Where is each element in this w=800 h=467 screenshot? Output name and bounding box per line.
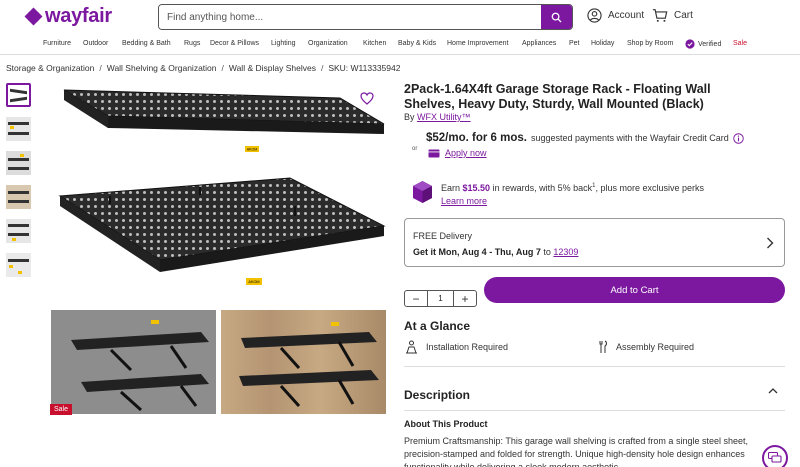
- cart-icon: [652, 9, 668, 22]
- main-product-image[interactable]: AKOM AKOM: [50, 84, 386, 306]
- nav-item-holiday[interactable]: Holiday: [591, 40, 614, 47]
- logo-mark-icon: [24, 7, 43, 25]
- nav-item-home-improvement[interactable]: Home Improvement: [447, 40, 508, 47]
- nav-item-decor-pillows[interactable]: Decor & Pillows: [210, 40, 259, 47]
- quantity-value[interactable]: 1: [427, 291, 454, 306]
- nav-item-shop-by-room[interactable]: Shop by Room: [627, 40, 673, 47]
- account-icon: [587, 8, 602, 23]
- zip-code-link[interactable]: 12309: [553, 247, 578, 257]
- assembly-required-item: Assembly Required: [597, 340, 694, 354]
- apply-now-link[interactable]: Apply now: [445, 148, 487, 158]
- chevron-right-icon: [767, 237, 774, 249]
- nav-item-pet[interactable]: Pet: [569, 40, 580, 47]
- wayfair-logo[interactable]: wayfair: [24, 5, 112, 28]
- nav-item-outdoor[interactable]: Outdoor: [83, 40, 108, 47]
- favorite-heart-icon[interactable]: [360, 92, 374, 105]
- section-divider: [404, 366, 785, 367]
- breadcrumb: Storage & Organization / Wall Shelving & O…: [6, 63, 401, 73]
- nav-item-furniture[interactable]: Furniture: [43, 40, 71, 47]
- nav-item-sale[interactable]: Sale: [733, 40, 747, 47]
- thumbnail-4[interactable]: [6, 185, 31, 209]
- svg-text:AKOM: AKOM: [247, 148, 258, 152]
- verified-label: Verified: [698, 40, 722, 48]
- financing-offer: $52/mo. for 6 mos. suggested payments wi…: [426, 132, 744, 144]
- info-icon[interactable]: [733, 132, 744, 144]
- nav-item-baby-kids[interactable]: Baby & Kids: [398, 40, 436, 47]
- nav-item-rugs[interactable]: Rugs: [184, 40, 200, 47]
- cart-label: Cart: [674, 10, 693, 21]
- thumbnail-3[interactable]: [6, 151, 31, 175]
- category-nav: Furniture Outdoor Bedding & Bath Rugs De…: [0, 36, 800, 55]
- installation-required-item: Installation Required: [405, 340, 508, 354]
- nav-item-lighting[interactable]: Lighting: [271, 40, 296, 47]
- delivery-dates-line: Get it Mon, Aug 4 - Thu, Aug 7 to 12309: [413, 247, 579, 257]
- chat-button[interactable]: [762, 445, 788, 467]
- breadcrumb-storage-organization[interactable]: Storage & Organization: [6, 63, 94, 73]
- thumbnail-2[interactable]: [6, 117, 31, 141]
- thumbnail-1[interactable]: [6, 83, 31, 107]
- nav-item-kitchen[interactable]: Kitchen: [363, 40, 386, 47]
- breadcrumb-wall-display-shelves[interactable]: Wall & Display Shelves: [229, 63, 316, 73]
- logo-text: wayfair: [45, 5, 112, 27]
- learn-more-link[interactable]: Learn more: [441, 196, 487, 206]
- apply-row: Apply now: [428, 148, 487, 158]
- delivery-dates: Mon, Aug 4 - Thu, Aug 7: [438, 247, 541, 257]
- brand-link[interactable]: WFX Utility™: [417, 112, 471, 122]
- quantity-increase-button[interactable]: +: [454, 291, 476, 306]
- product-title: 2Pack-1.64X4ft Garage Storage Rack - Flo…: [404, 82, 711, 111]
- quantity-decrease-button[interactable]: −: [405, 291, 427, 306]
- search-button[interactable]: [541, 5, 572, 29]
- account-link[interactable]: Account: [587, 8, 644, 23]
- thumbnail-5[interactable]: [6, 219, 31, 243]
- brand-line: By WFX Utility™: [404, 112, 471, 122]
- nav-item-verified[interactable]: Verified: [685, 39, 721, 49]
- wrench-icon: [599, 340, 607, 353]
- search-input[interactable]: [159, 5, 541, 29]
- at-a-glance-heading: At a Glance: [404, 319, 471, 333]
- nav-item-organization[interactable]: Organization: [308, 40, 348, 47]
- or-divider-label: or: [412, 146, 418, 152]
- lifestyle-photo-2[interactable]: [221, 310, 386, 414]
- rewards-offer: Earn $15.50 in rewards, with 5% back1, p…: [412, 180, 704, 208]
- add-to-cart-button[interactable]: Add to Cart: [484, 277, 785, 303]
- sale-badge: Sale: [50, 404, 73, 415]
- financing-amount: $52/mo. for 6 mos.: [426, 132, 527, 144]
- search-icon: [551, 12, 562, 23]
- account-label: Account: [608, 10, 645, 21]
- svg-text:AKOM: AKOM: [248, 280, 259, 284]
- thumbnail-6[interactable]: [6, 253, 31, 277]
- rewards-amount: $15.50: [462, 183, 491, 193]
- chevron-up-icon[interactable]: [768, 387, 778, 394]
- chat-icon: [768, 452, 782, 463]
- lifestyle-photo-1[interactable]: [51, 310, 216, 414]
- delivery-label: FREE Delivery: [413, 231, 473, 241]
- credit-card-icon: [428, 149, 440, 157]
- financing-text: suggested payments with the Wayfair Cred…: [530, 133, 729, 143]
- nav-item-appliances[interactable]: Appliances: [522, 40, 556, 47]
- cart-link[interactable]: Cart: [652, 8, 693, 23]
- description-heading[interactable]: Description: [404, 388, 470, 402]
- breadcrumb-wall-shelving[interactable]: Wall Shelving & Organization: [107, 63, 217, 73]
- sku-label: SKU: W113335942: [328, 63, 401, 73]
- verified-badge-icon: [685, 39, 695, 49]
- thumbnail-list: [6, 83, 32, 287]
- description-body: Premium Craftsmanship: This garage wall …: [404, 436, 748, 467]
- quantity-stepper: − 1 +: [404, 290, 477, 307]
- section-divider: [404, 410, 785, 411]
- search-bar: [158, 4, 573, 30]
- nav-item-bedding-bath[interactable]: Bedding & Bath: [122, 40, 171, 47]
- rewards-cube-icon: [413, 181, 432, 203]
- site-header: wayfair Account Cart: [0, 0, 800, 36]
- installation-icon: [406, 340, 417, 354]
- delivery-box[interactable]: FREE Delivery Get it Mon, Aug 4 - Thu, A…: [404, 218, 785, 267]
- about-product-heading: About This Product: [404, 419, 488, 429]
